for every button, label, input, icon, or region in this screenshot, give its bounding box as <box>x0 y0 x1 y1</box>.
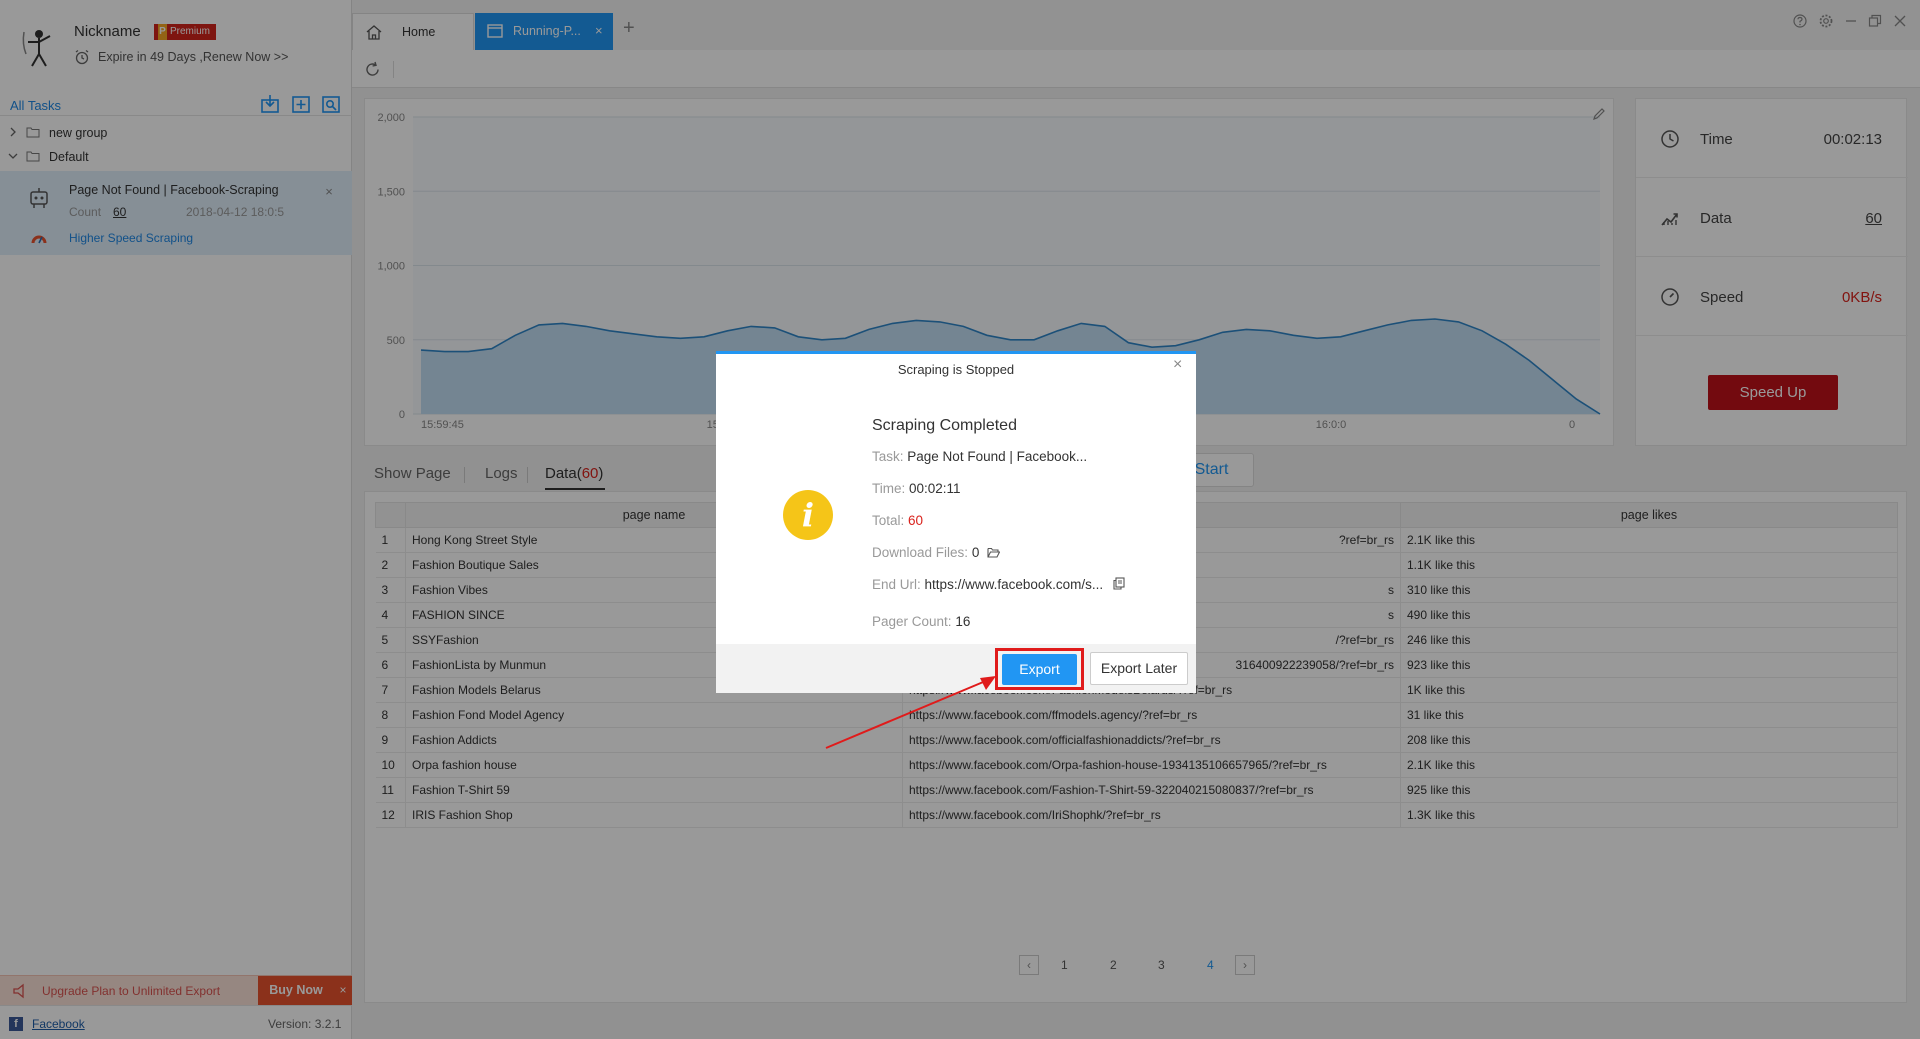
field-label: End Url: <box>872 577 921 592</box>
field-label: Total: <box>872 513 905 528</box>
open-folder-icon[interactable] <box>987 547 1001 558</box>
field-value: 60 <box>908 513 924 528</box>
field-label: Pager Count: <box>872 614 952 629</box>
field-value: 16 <box>955 614 971 629</box>
field-label: Time: <box>872 481 906 496</box>
export-button[interactable]: Export <box>1002 654 1077 685</box>
dialog-url-row: End Url: https://www.facebook.com/s... <box>872 577 1125 592</box>
copy-icon[interactable] <box>1113 577 1125 590</box>
dialog-heading: Scraping Completed <box>872 417 1017 434</box>
field-value: Page Not Found | Facebook... <box>907 449 1088 464</box>
field-value: https://www.facebook.com/s... <box>924 577 1104 592</box>
field-label: Task: <box>872 449 904 464</box>
export-later-button[interactable]: Export Later <box>1090 652 1188 685</box>
scraping-stopped-dialog: Scraping is Stopped × i Scraping Complet… <box>716 351 1196 693</box>
annotation-arrow <box>825 676 996 749</box>
dialog-title: Scraping is Stopped <box>897 362 1015 377</box>
dialog-task-row: Task: Page Not Found | Facebook... <box>872 449 1087 464</box>
dialog-total-row: Total: 60 <box>872 513 923 528</box>
dialog-files-row: Download Files: 0 <box>872 545 1001 560</box>
field-label: Download Files: <box>872 545 969 560</box>
close-icon[interactable]: × <box>1173 357 1187 373</box>
dialog-time-row: Time: 00:02:11 <box>872 481 961 496</box>
dialog-pager-row: Pager Count: 16 <box>872 614 970 629</box>
field-value: 00:02:11 <box>909 481 961 496</box>
field-value: 0 <box>971 545 980 560</box>
info-icon: i <box>783 490 833 540</box>
